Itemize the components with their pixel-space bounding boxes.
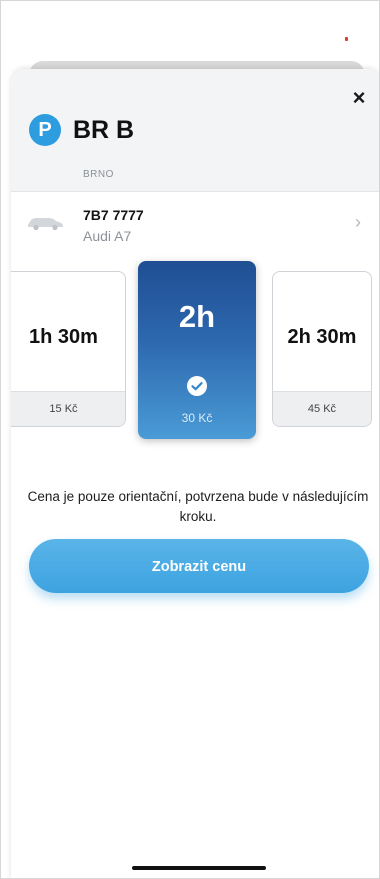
price-note: Cena je pouze orientační, potvrzena bude… bbox=[27, 489, 369, 524]
duration-label: 2h 30m bbox=[287, 326, 357, 348]
zone-title: BR B bbox=[73, 116, 135, 144]
car-icon bbox=[28, 218, 63, 231]
duration-price: 15 Kč bbox=[11, 391, 125, 426]
close-icon: × bbox=[352, 85, 366, 110]
duration-options: 1h 30m 15 Kč 2h 30 Kč 2h 30m 45 Kč bbox=[11, 261, 379, 451]
close-button[interactable]: × bbox=[347, 87, 371, 111]
checkmark-icon bbox=[187, 376, 207, 396]
show-price-button[interactable]: Zobrazit cenu bbox=[29, 539, 369, 593]
vehicle-model: Audi A7 bbox=[83, 228, 132, 244]
duration-price: 30 Kč bbox=[181, 411, 213, 425]
duration-label: 1h 30m bbox=[29, 326, 98, 348]
parking-sheet: × P BR B BRNO 7B7 7777 Audi A7 › 1h 30m … bbox=[11, 69, 379, 878]
duration-label: 2h bbox=[178, 299, 216, 334]
home-indicator bbox=[132, 866, 266, 870]
duration-price: 45 Kč bbox=[273, 391, 371, 426]
zone-header: × P BR B BRNO bbox=[11, 69, 379, 192]
vehicle-selector[interactable]: 7B7 7777 Audi A7 › bbox=[11, 192, 379, 254]
zone-city: BRNO bbox=[83, 169, 114, 180]
vehicle-plate: 7B7 7777 bbox=[83, 207, 144, 223]
phone-screen: × P BR B BRNO 7B7 7777 Audi A7 › 1h 30m … bbox=[0, 0, 380, 879]
parking-icon: P bbox=[29, 114, 61, 146]
status-indicator bbox=[345, 37, 348, 41]
duration-option-1h30m[interactable]: 1h 30m 15 Kč bbox=[11, 271, 126, 427]
duration-option-2h30m[interactable]: 2h 30m 45 Kč bbox=[272, 271, 372, 427]
duration-option-2h-selected[interactable]: 2h 30 Kč bbox=[138, 261, 256, 439]
chevron-right-icon: › bbox=[355, 212, 361, 232]
